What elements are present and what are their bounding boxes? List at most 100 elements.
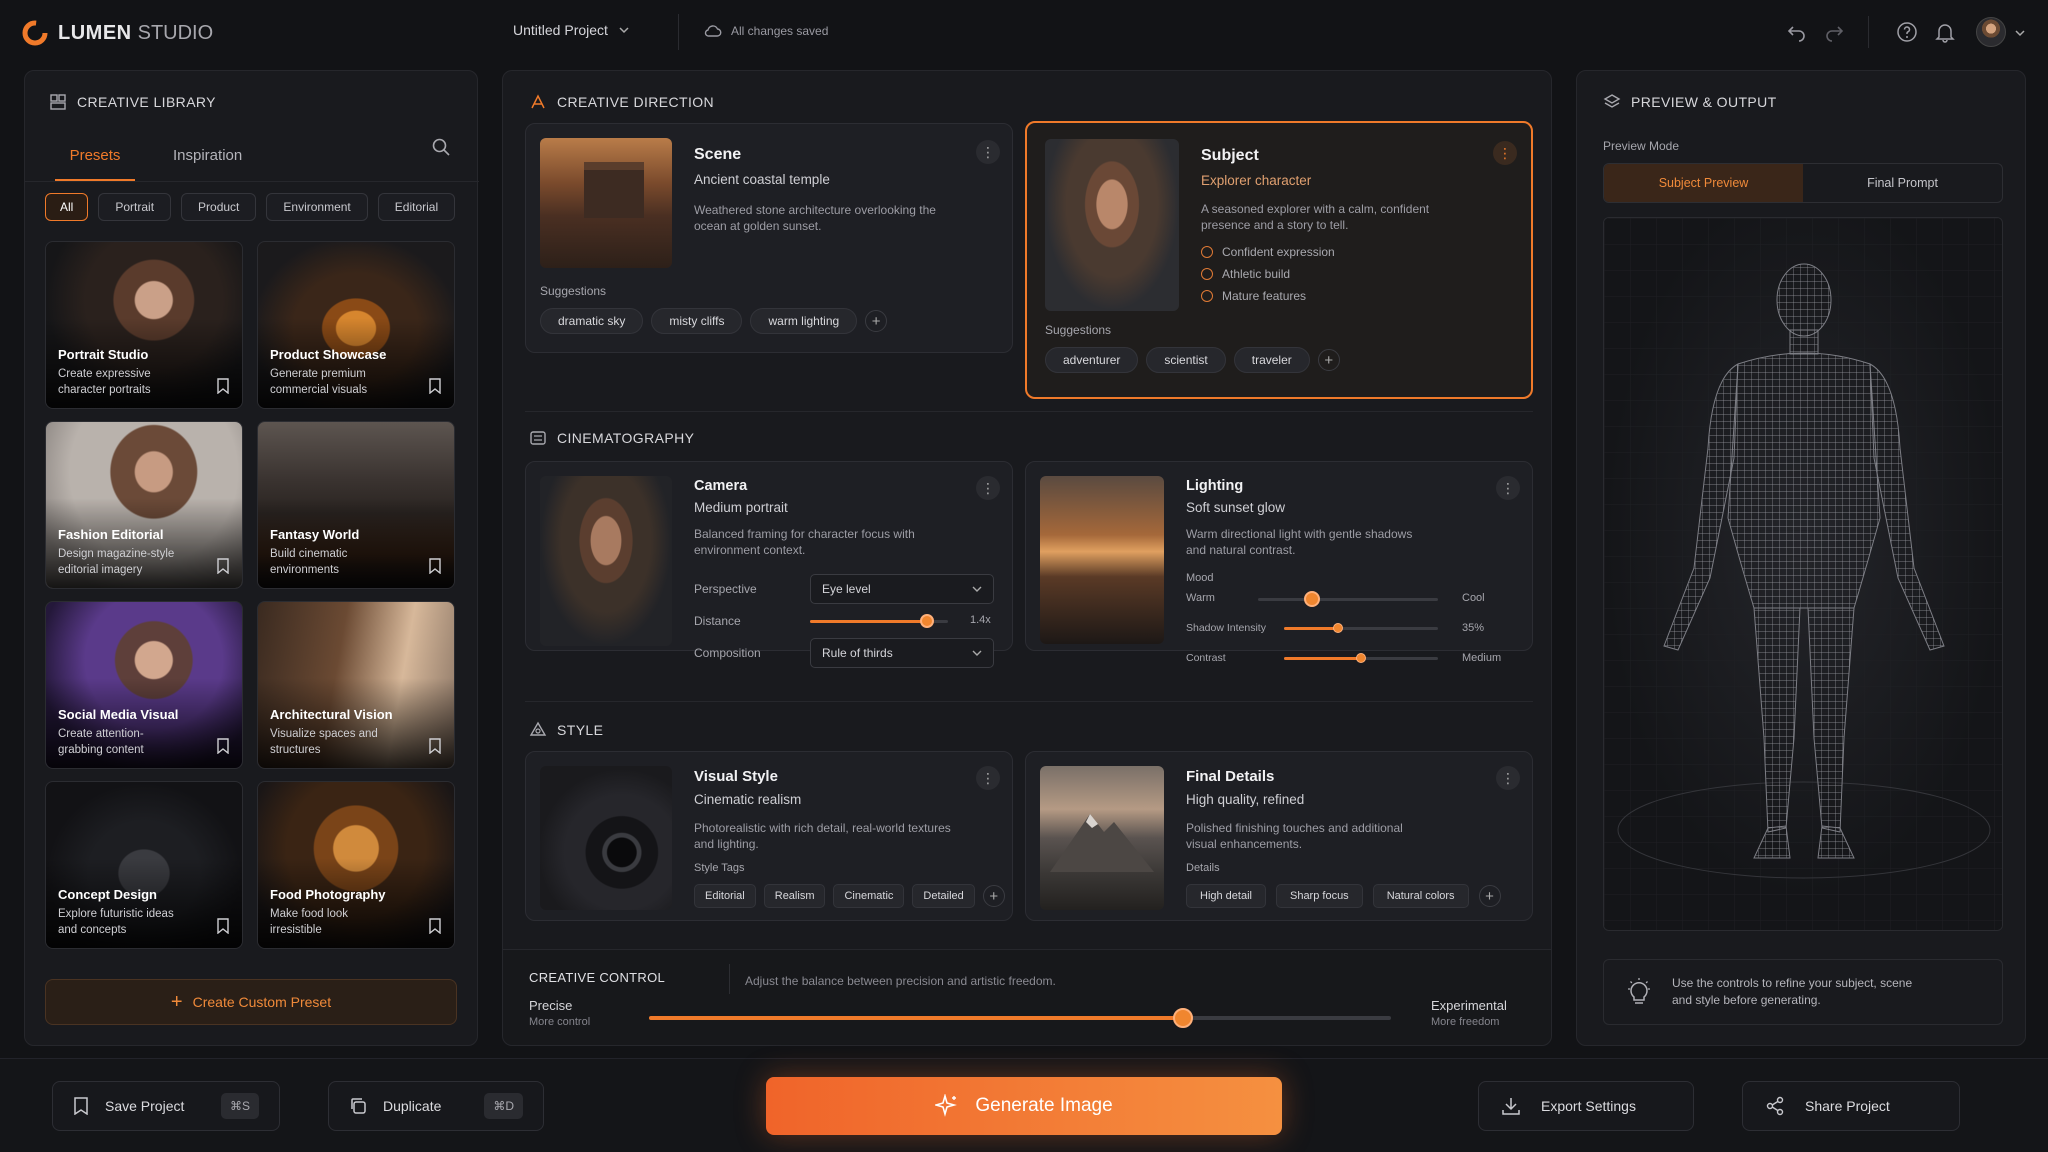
chevron-down-icon bbox=[972, 586, 982, 592]
avatar[interactable] bbox=[1976, 17, 2006, 47]
suggestion-tag[interactable]: traveler bbox=[1233, 347, 1310, 373]
lighting-title: Lighting bbox=[1186, 478, 1244, 494]
preset-card[interactable]: Portrait Studio Create expressive charac… bbox=[45, 241, 243, 409]
scene-card[interactable]: Scene Ancient coastal temple Weathered s… bbox=[525, 123, 1013, 353]
chevron-down-icon[interactable] bbox=[2014, 27, 2026, 39]
mood-warm-label: Warm bbox=[1186, 592, 1215, 604]
add-tag-button[interactable]: + bbox=[865, 310, 888, 332]
camera-card[interactable]: Camera Medium portrait Balanced framing … bbox=[525, 461, 1013, 668]
export-settings-button[interactable]: Export Settings bbox=[1478, 1081, 1694, 1131]
mood-slider-handle[interactable] bbox=[1304, 591, 1320, 607]
preset-card[interactable]: Food Photography Make food look irresist… bbox=[257, 781, 455, 949]
tab-final-prompt[interactable]: Final Prompt bbox=[1803, 164, 2002, 202]
creative-library-panel: CREATIVE LIBRARY Presets Inspiration All… bbox=[24, 70, 479, 1046]
suggestion-tag[interactable]: warm lighting bbox=[750, 308, 858, 334]
create-custom-preset-label: Create Custom Preset bbox=[192, 994, 332, 1010]
filter-all[interactable]: All bbox=[45, 193, 89, 221]
preset-card[interactable]: Architectural Vision Visualize spaces an… bbox=[257, 601, 455, 769]
share-project-button[interactable]: Share Project bbox=[1742, 1081, 1960, 1131]
composition-select[interactable]: Rule of thirds bbox=[810, 638, 994, 668]
preset-card[interactable]: Fashion Editorial Design magazine-style … bbox=[45, 421, 243, 589]
more-options-icon[interactable]: ⋮ bbox=[976, 766, 1000, 790]
add-tag-button[interactable]: + bbox=[982, 885, 1005, 907]
suggestion-tag[interactable]: misty cliffs bbox=[651, 308, 743, 334]
duplicate-button[interactable]: Duplicate ⌘D bbox=[328, 1081, 544, 1131]
lighting-card[interactable]: Lighting Soft sunset glow Warm direction… bbox=[1025, 461, 1533, 664]
bookmark-icon[interactable] bbox=[428, 558, 442, 574]
filter-editorial[interactable]: Editorial bbox=[377, 193, 456, 221]
visual-style-card[interactable]: Visual Style Cinematic realism Photoreal… bbox=[525, 751, 1013, 921]
style-tag[interactable]: Detailed bbox=[912, 884, 975, 908]
logo[interactable]: LUMEN STUDIO bbox=[22, 20, 213, 46]
suggestion-tag[interactable]: dramatic sky bbox=[540, 308, 644, 334]
suggestion-tag[interactable]: scientist bbox=[1146, 347, 1226, 373]
plus-icon: + bbox=[170, 991, 183, 1013]
save-project-button[interactable]: Save Project ⌘S bbox=[52, 1081, 280, 1131]
subject-thumbnail bbox=[1045, 139, 1179, 311]
creative-control-hint: Adjust the balance between precision and… bbox=[745, 974, 1056, 988]
redo-icon[interactable] bbox=[1824, 22, 1844, 42]
lighting-thumbnail bbox=[1040, 476, 1164, 644]
creative-control-slider[interactable] bbox=[649, 1008, 1391, 1028]
creative-control-handle[interactable] bbox=[1173, 1008, 1194, 1028]
bookmark-icon[interactable] bbox=[428, 378, 442, 394]
duplicate-label: Duplicate bbox=[383, 1098, 442, 1114]
duplicate-icon bbox=[351, 1098, 366, 1114]
filter-product[interactable]: Product bbox=[181, 193, 257, 221]
preset-card[interactable]: Social Media Visual Create attention-gra… bbox=[45, 601, 243, 769]
shadow-slider-handle[interactable] bbox=[1332, 623, 1343, 633]
export-settings-label: Export Settings bbox=[1541, 1098, 1636, 1114]
preset-card[interactable]: Product Showcase Generate premium commer… bbox=[257, 241, 455, 409]
tip-text: Use the controls to refine your subject,… bbox=[1672, 976, 1913, 1007]
final-details-card[interactable]: Final Details High quality, refined Poli… bbox=[1025, 751, 1533, 921]
tab-subject-preview[interactable]: Subject Preview bbox=[1604, 164, 1803, 202]
preset-card[interactable]: Fantasy World Build cinematic environmen… bbox=[257, 421, 455, 589]
generate-image-button[interactable]: Generate Image bbox=[766, 1077, 1282, 1135]
style-tag[interactable]: Editorial bbox=[694, 884, 756, 908]
bell-icon[interactable] bbox=[1934, 21, 1956, 43]
filter-environment[interactable]: Environment bbox=[266, 193, 368, 221]
suggestion-tag[interactable]: adventurer bbox=[1045, 347, 1139, 373]
search-icon[interactable] bbox=[431, 137, 451, 157]
tab-presets[interactable]: Presets bbox=[55, 137, 135, 181]
perspective-select[interactable]: Eye level bbox=[810, 574, 994, 604]
subject-subtitle: Explorer character bbox=[1201, 173, 1312, 188]
bookmark-icon[interactable] bbox=[428, 738, 442, 754]
add-tag-button[interactable]: + bbox=[1478, 885, 1501, 907]
more-options-icon[interactable]: ⋮ bbox=[1496, 766, 1520, 790]
style-tag[interactable]: Cinematic bbox=[833, 884, 905, 908]
distance-slider[interactable] bbox=[810, 614, 948, 628]
tab-inspiration[interactable]: Inspiration bbox=[173, 137, 242, 181]
more-options-icon[interactable]: ⋮ bbox=[1493, 141, 1517, 165]
more-options-icon[interactable]: ⋮ bbox=[976, 476, 1000, 500]
subject-preview-viewport[interactable] bbox=[1603, 217, 2003, 931]
filter-portrait[interactable]: Portrait bbox=[98, 193, 172, 221]
contrast-slider-handle[interactable] bbox=[1356, 653, 1366, 663]
more-options-icon[interactable]: ⋮ bbox=[976, 140, 1000, 164]
preset-desc: Make food look irresistible bbox=[270, 908, 348, 936]
bookmark-icon[interactable] bbox=[216, 378, 230, 394]
bookmark-icon[interactable] bbox=[216, 558, 230, 574]
camera-title: Camera bbox=[694, 478, 748, 494]
help-icon[interactable] bbox=[1896, 21, 1918, 43]
style-tag[interactable]: Realism bbox=[763, 884, 826, 908]
project-selector[interactable]: Untitled Project bbox=[513, 22, 630, 38]
project-name: Untitled Project bbox=[513, 22, 608, 38]
detail-tag[interactable]: High detail bbox=[1186, 884, 1266, 908]
bookmark-icon[interactable] bbox=[216, 738, 230, 754]
distance-slider-handle[interactable] bbox=[920, 614, 935, 628]
more-options-icon[interactable]: ⋮ bbox=[1496, 476, 1520, 500]
detail-tag[interactable]: Sharp focus bbox=[1275, 884, 1363, 908]
mood-slider[interactable] bbox=[1258, 591, 1438, 607]
detail-tag[interactable]: Natural colors bbox=[1372, 884, 1469, 908]
preset-card[interactable]: Concept Design Explore futuristic ideas … bbox=[45, 781, 243, 949]
create-custom-preset-button[interactable]: + Create Custom Preset bbox=[45, 979, 457, 1025]
undo-icon[interactable] bbox=[1787, 22, 1807, 42]
shadow-intensity-slider[interactable] bbox=[1284, 623, 1438, 633]
bookmark-icon[interactable] bbox=[216, 918, 230, 934]
contrast-slider[interactable] bbox=[1284, 653, 1438, 663]
footer-bar: Save Project ⌘S Duplicate ⌘D Generate Im… bbox=[0, 1058, 2048, 1152]
subject-card[interactable]: Subject Explorer character A seasoned ex… bbox=[1025, 121, 1533, 399]
add-tag-button[interactable]: + bbox=[1317, 349, 1340, 371]
bookmark-icon[interactable] bbox=[428, 918, 442, 934]
